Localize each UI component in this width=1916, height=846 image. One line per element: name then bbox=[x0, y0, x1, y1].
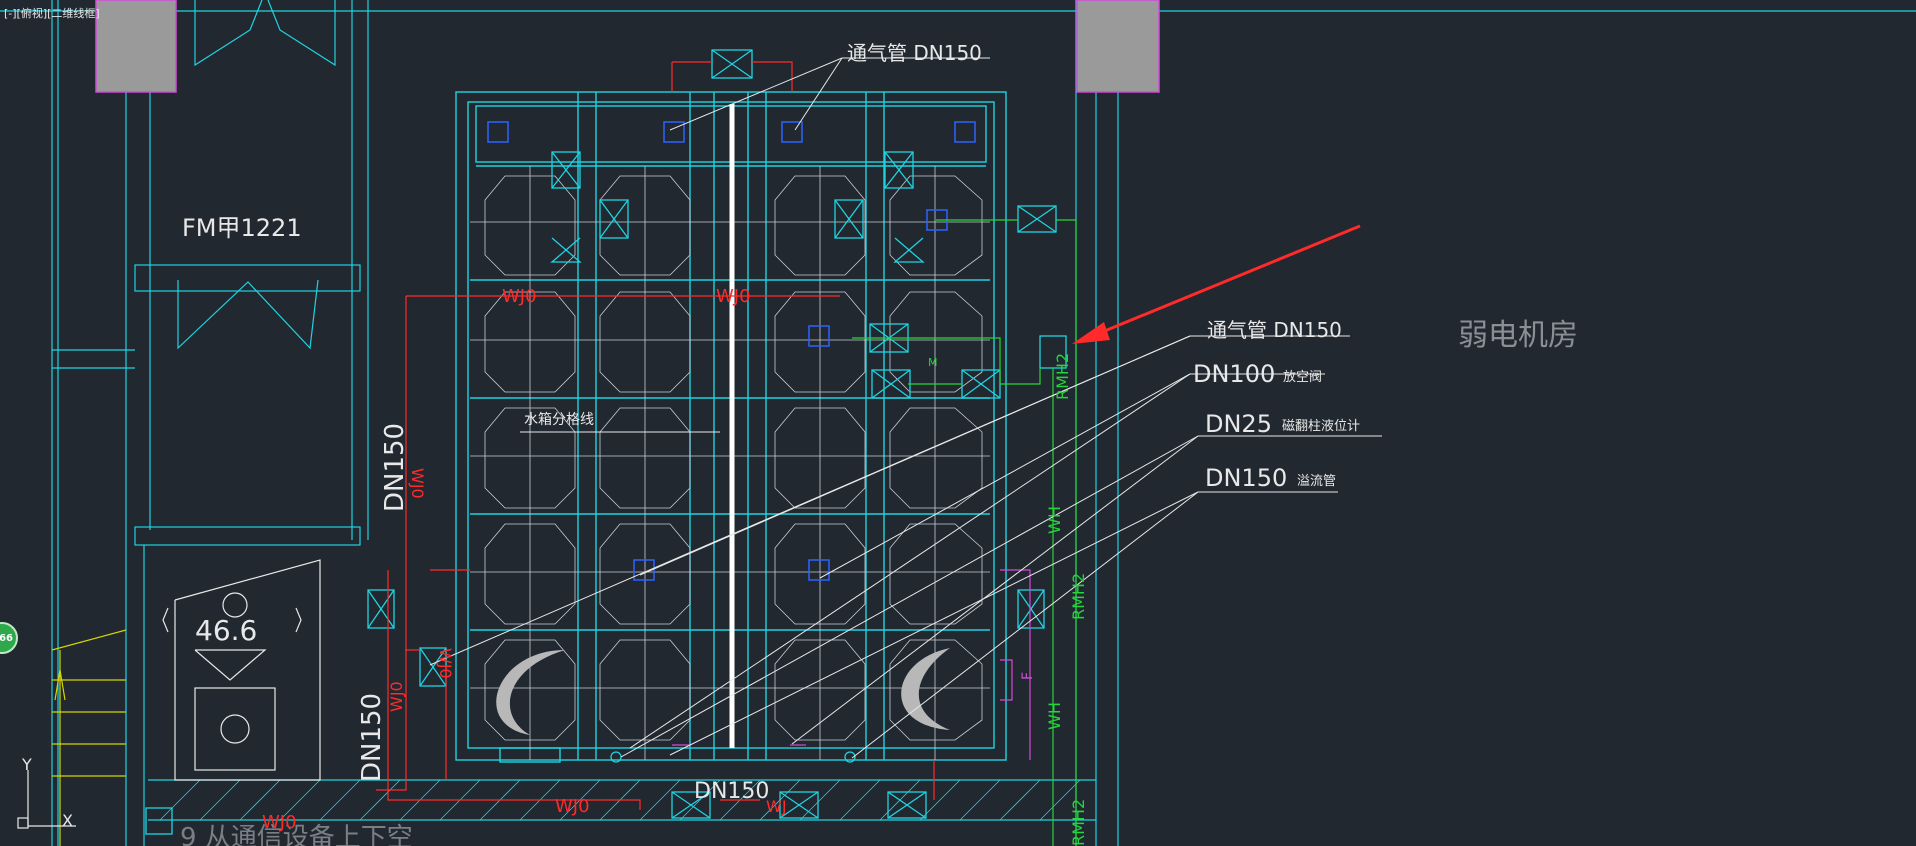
green-pipelines bbox=[852, 219, 1077, 846]
label-door: FM甲1221 bbox=[182, 214, 302, 242]
label-wj0-2: WJ0 bbox=[716, 286, 751, 307]
label-dn150-overflow: DN150 bbox=[1205, 464, 1287, 492]
cad-drawing-canvas[interactable]: 通气管 DN150 通气管 DN150 DN100 放空阀 DN25 磁翻柱液位… bbox=[0, 0, 1916, 846]
label-wh-1: WH bbox=[1045, 506, 1064, 534]
ucs-x-label: X bbox=[62, 811, 73, 830]
label-wj0-5: WJ bbox=[766, 797, 787, 816]
label-vent-mid: 通气管 DN150 bbox=[1207, 318, 1342, 342]
label-dn150-left-upper: DN150 bbox=[380, 423, 410, 512]
label-wj0-1: WJ0 bbox=[502, 286, 537, 307]
red-pipelines bbox=[376, 61, 935, 810]
label-wh-2: WH bbox=[1045, 702, 1064, 730]
leader-lines bbox=[429, 57, 1382, 759]
level-marker bbox=[162, 559, 321, 781]
label-wj0-3: WJ0 bbox=[555, 796, 590, 817]
building-outlines bbox=[0, 0, 1916, 846]
label-wj0-4: WJ0 bbox=[262, 812, 297, 833]
viewport-controls-label[interactable]: [-][俯视][二维线框] bbox=[4, 5, 100, 21]
label-rmh2-3: RMH2 bbox=[1069, 799, 1088, 846]
door-symbol bbox=[177, 0, 336, 350]
label-dn150-left-lower: DN150 bbox=[357, 693, 387, 782]
label-dn150-overflow-note: 溢流管 bbox=[1297, 474, 1336, 489]
label-rmh2-1: RMH2 bbox=[1053, 353, 1072, 400]
label-wj0-v2: WJ0 bbox=[387, 681, 406, 712]
label-wj0-v1: WJ0 bbox=[408, 468, 427, 499]
label-m-tag: M bbox=[928, 356, 938, 369]
ucs-y-label: Y bbox=[21, 755, 32, 774]
inspection-hatches bbox=[496, 648, 950, 735]
label-rmh2-2: RMH2 bbox=[1069, 573, 1088, 620]
label-dn100-note: 放空阀 bbox=[1283, 370, 1322, 385]
label-wj0-v3: WJ0 bbox=[436, 648, 455, 679]
structural-columns bbox=[95, 0, 1160, 93]
label-room: 弱电机房 bbox=[1458, 318, 1578, 353]
label-dn100: DN100 bbox=[1193, 360, 1275, 388]
label-tank-split: 水箱分格线 bbox=[524, 412, 594, 428]
label-dn25-note: 磁翻柱液位计 bbox=[1282, 419, 1360, 434]
label-vent-top: 通气管 DN150 bbox=[847, 41, 982, 65]
label-dn150-bottom: DN150 bbox=[694, 779, 769, 804]
label-f-tag: F bbox=[1020, 672, 1036, 680]
label-level: 46.6 bbox=[195, 614, 257, 647]
label-dn25: DN25 bbox=[1205, 410, 1272, 438]
